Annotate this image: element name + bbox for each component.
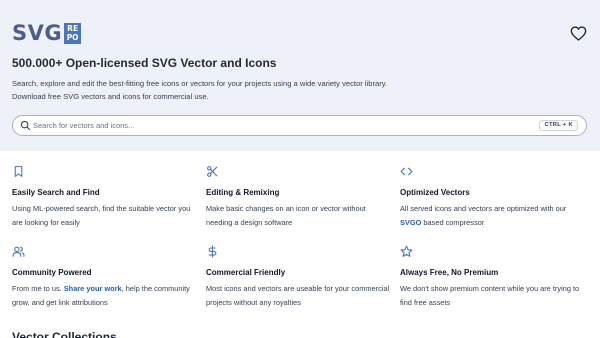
svgrepo-logo[interactable]: SVG RE PO [12,21,82,45]
hero-description-line-2: Download free SVG vectors and icons for … [12,92,209,101]
feature-title: Editing & Remixing [206,188,280,197]
search-icon [20,120,31,131]
share-your-work-link[interactable]: Share your work [64,284,122,293]
scissors-icon [207,166,218,177]
logo-badge: RE PO [64,22,82,44]
logo-badge-bottom: PO [66,33,79,42]
feature-description-text: based compressor [421,217,485,227]
dollar-icon [208,245,217,258]
feature-description-text: From me to us. [12,284,64,293]
star-icon [400,245,413,257]
hero-description-line-1: Search, explore and edit the best-fittin… [12,79,388,88]
feature-description: Make basic changes on an icon or vector … [206,204,366,227]
keyboard-shortcut-badge: CTRL + K [539,120,578,131]
hero-description: Search, explore and edit the best-fittin… [12,77,572,103]
search-bar[interactable]: CTRL + K [12,115,587,136]
heart-icon[interactable] [570,26,587,41]
logo-badge-top: RE [67,24,79,33]
feature-title: Always Free, No Premium [400,268,499,277]
svgo-link[interactable]: SVGO [400,218,421,227]
feature-title: Community Powered [12,268,92,277]
feature-description: Using ML-powered search, find the suitab… [12,204,191,227]
feature-description-text: All served icons and vectors are optimiz… [400,204,567,213]
vector-collections-heading: Vector Collections [12,330,117,338]
hero-section: SVG RE PO 500.000+ Open-licensed SVG Vec… [0,0,600,151]
feature-description: From me to us. Share your work, help the… [12,282,200,309]
users-icon [12,246,25,257]
code-icon [400,167,413,176]
feature-description: We don't show premium content while you … [400,284,580,307]
page-title: 500.000+ Open-licensed SVG Vector and Ic… [12,56,277,70]
feature-description: All served icons and vectors are optimiz… [400,202,588,229]
bookmark-icon [14,166,23,177]
search-input[interactable] [33,118,533,133]
logo-text: SVG [12,21,63,45]
feature-title: Optimized Vectors [400,188,470,197]
feature-description: Most icons and vectors are useable for y… [206,284,390,307]
feature-title: Commercial Friendly [206,268,286,277]
feature-title: Easily Search and Find [12,188,100,197]
